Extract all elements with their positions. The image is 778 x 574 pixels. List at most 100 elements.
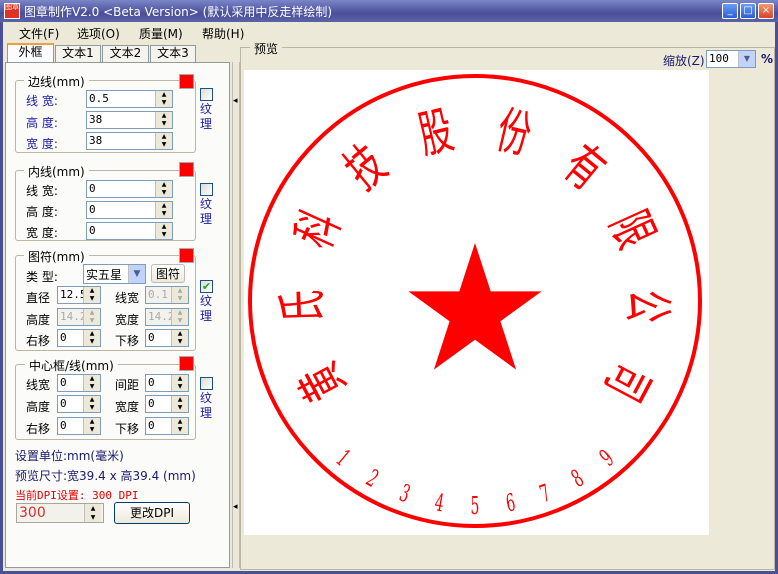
border-height-label: 高 度: — [26, 116, 58, 130]
border-height-input[interactable]: 38 ▲ ▼ — [86, 111, 173, 129]
inner-texture-checkbox[interactable] — [200, 183, 213, 196]
center-width-label: 宽度 — [115, 400, 140, 414]
border-linewidth-input[interactable]: 0.5 ▲ ▼ — [86, 90, 173, 108]
spinner-arrows-icon[interactable]: ▲ ▼ — [83, 330, 100, 346]
border-group-title: 边线(mm) — [24, 73, 89, 90]
spinner-arrows-icon[interactable]: ▲ ▼ — [171, 396, 188, 412]
spinner-arrows-icon[interactable]: ▲ ▼ — [83, 287, 100, 303]
spinner-arrows-icon[interactable]: ▲ ▼ — [83, 418, 100, 434]
symbol-type-select[interactable]: 实五星 ▼ — [83, 264, 146, 284]
border-linewidth-label: 线 宽: — [26, 94, 58, 108]
zoom-label: 缩放(Z) — [663, 54, 705, 68]
spinner-arrows-icon[interactable]: ▲ ▼ — [83, 396, 100, 412]
spinner-arrows-icon: ▲ ▼ — [171, 287, 188, 303]
menu-help[interactable]: 帮助(H) — [202, 25, 244, 42]
spinner-arrows-icon[interactable]: ▲ ▼ — [155, 202, 172, 218]
symbol-width-label: 宽度 — [115, 313, 140, 327]
stamp-number-char: 9 — [594, 444, 619, 471]
center-texture-label: 纹理 — [200, 391, 213, 420]
spinner-arrows-icon: ▲ ▼ — [83, 309, 100, 325]
stamp-number-char: 1 — [331, 444, 356, 471]
symbol-type-label: 类 型: — [26, 270, 58, 284]
symbol-linewidth-input: 0.1 ▲ ▼ — [145, 286, 189, 304]
menu-bar: 文件(F) 选项(O) 质量(M) 帮助(H) — [3, 22, 775, 42]
center-height-input[interactable]: 0 ▲ ▼ — [57, 395, 101, 413]
stamp-image: 黄氏科技股 份有限公司 123 4 5 6 789 — [248, 74, 702, 528]
change-dpi-button[interactable]: 更改DPI — [114, 502, 190, 524]
stamp-company-char: 有 — [552, 135, 615, 202]
border-width-input[interactable]: 38 ▲ ▼ — [86, 132, 173, 150]
spinner-arrows-icon[interactable]: ▲ ▼ — [171, 375, 188, 391]
symbol-right-input[interactable]: 0 ▲ ▼ — [57, 329, 101, 347]
center-right-input[interactable]: 0 ▲ ▼ — [57, 417, 101, 435]
stamp-company-char: 技 — [334, 135, 397, 202]
symbol-linewidth-label: 线宽 — [115, 291, 140, 305]
menu-file[interactable]: 文件(F) — [19, 25, 59, 42]
stamp-star-icon — [408, 243, 542, 370]
border-color-button[interactable] — [179, 74, 194, 89]
spinner-arrows-icon[interactable]: ▲ ▼ — [171, 418, 188, 434]
center-width-input[interactable]: 0 ▲ ▼ — [145, 395, 189, 413]
border-width-label: 宽 度: — [26, 137, 58, 151]
inner-height-label: 高 度: — [26, 205, 58, 219]
spinner-arrows-icon[interactable]: ▲ ▼ — [155, 91, 172, 107]
center-down-label: 下移 — [115, 422, 140, 436]
collapse-left-icon[interactable]: ◂ — [233, 502, 238, 512]
symbol-down-input[interactable]: 0 ▲ ▼ — [145, 329, 189, 347]
spinner-arrows-icon[interactable]: ▲ ▼ — [83, 375, 100, 391]
stamp-company-char: 限 — [598, 203, 666, 258]
center-linewidth-input[interactable]: 0 ▲ ▼ — [57, 374, 101, 392]
spinner-arrows-icon[interactable]: ▲ ▼ — [155, 133, 172, 149]
panel-splitter[interactable]: ◂ ◂ — [232, 62, 240, 568]
border-texture-checkbox[interactable] — [200, 88, 213, 101]
stamp-number-char: 6 — [504, 488, 518, 517]
spinner-arrows-icon[interactable]: ▲ ▼ — [84, 504, 101, 522]
center-texture-checkbox[interactable] — [200, 377, 213, 390]
spinner-arrows-icon: ▲ ▼ — [171, 309, 188, 325]
symbol-texture-label: 纹理 — [200, 294, 213, 323]
inner-line-color-button[interactable] — [179, 162, 194, 177]
tab-text3[interactable]: 文本3 — [150, 45, 196, 62]
collapse-left-icon[interactable]: ◂ — [233, 96, 238, 106]
stamp-company-char: 份 — [491, 101, 537, 166]
center-height-label: 高度 — [26, 400, 51, 414]
zoom-select[interactable]: 100 ▼ — [706, 50, 756, 68]
center-line-color-button[interactable] — [179, 356, 194, 371]
dpi-input[interactable]: 300 ▲ ▼ — [16, 503, 104, 523]
inner-line-group-title: 内线(mm) — [24, 163, 89, 180]
chevron-down-icon[interactable]: ▼ — [128, 265, 145, 283]
symbol-color-button[interactable] — [179, 248, 194, 263]
chevron-down-icon[interactable]: ▼ — [738, 51, 755, 67]
tab-text2[interactable]: 文本2 — [102, 45, 149, 62]
inner-linewidth-label: 线 宽: — [26, 184, 58, 198]
spinner-arrows-icon[interactable]: ▲ ▼ — [171, 330, 188, 346]
center-line-group-title: 中心框/线(mm) — [25, 357, 118, 374]
menu-quality[interactable]: 质量(M) — [139, 25, 183, 42]
inner-linewidth-input[interactable]: 0 ▲ ▼ — [86, 180, 173, 198]
center-gap-input[interactable]: 0 ▲ ▼ — [145, 374, 189, 392]
unit-info: 设置单位:mm(毫米) — [15, 449, 124, 463]
symbol-diameter-input[interactable]: 12.5 ▲ ▼ — [57, 286, 101, 304]
stamp-company-char: 公 — [617, 289, 677, 324]
spinner-arrows-icon[interactable]: ▲ ▼ — [155, 223, 172, 239]
tab-outer-frame[interactable]: 外框 — [7, 43, 54, 63]
symbol-right-label: 右移 — [26, 334, 51, 348]
minimize-button[interactable]: _ — [722, 3, 738, 19]
menu-options[interactable]: 选项(O) — [77, 25, 120, 42]
close-button[interactable]: × — [758, 3, 774, 19]
maximize-button[interactable]: □ — [740, 3, 756, 19]
inner-height-input[interactable]: 0 ▲ ▼ — [86, 201, 173, 219]
symbol-height-label: 高度 — [26, 313, 51, 327]
symbol-picker-button[interactable]: 图符 — [151, 264, 185, 283]
center-gap-label: 间距 — [115, 378, 140, 392]
symbol-texture-checkbox[interactable]: ✔ — [200, 280, 213, 293]
tab-text1[interactable]: 文本1 — [55, 45, 101, 62]
border-texture-label: 纹理 — [200, 102, 213, 131]
center-down-input[interactable]: 0 ▲ ▼ — [145, 417, 189, 435]
symbol-height-input: 14.2 ▲ ▼ — [57, 308, 101, 326]
center-right-label: 右移 — [26, 422, 51, 436]
inner-width-input[interactable]: 0 ▲ ▼ — [86, 222, 173, 240]
stamp-number-char: 5 — [471, 492, 480, 520]
spinner-arrows-icon[interactable]: ▲ ▼ — [155, 181, 172, 197]
spinner-arrows-icon[interactable]: ▲ ▼ — [155, 112, 172, 128]
